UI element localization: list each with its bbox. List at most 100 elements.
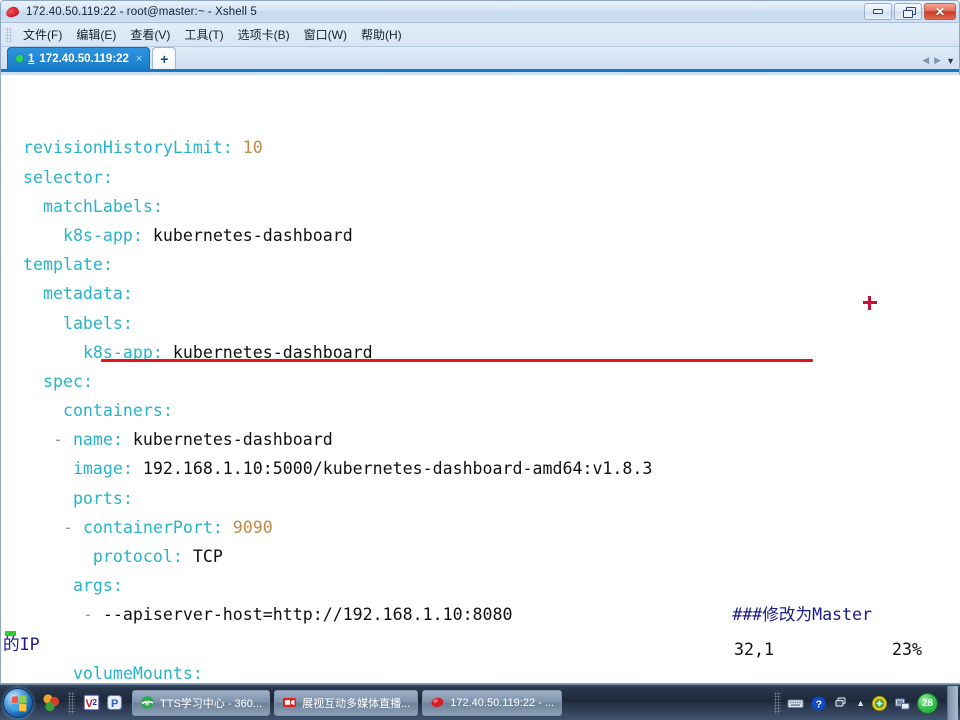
terminal-token: spec bbox=[42, 371, 83, 391]
terminal-token: labels bbox=[62, 313, 123, 333]
terminal-token: protocol bbox=[92, 547, 173, 567]
quicklaunch-icon-v2[interactable]: V2 bbox=[82, 693, 101, 712]
taskbar-button-tts[interactable]: e TTS学习中心 - 360... bbox=[132, 689, 271, 716]
terminal-token: : bbox=[152, 196, 163, 216]
tab-close-icon[interactable]: × bbox=[136, 53, 142, 65]
screen: 172.40.50.119:22 - root@master:~ - Xshel… bbox=[0, 0, 960, 720]
menu-window[interactable]: 窗口(W) bbox=[297, 24, 354, 45]
tray-misc-icon[interactable] bbox=[833, 695, 850, 712]
terminal-token: metadata bbox=[42, 284, 123, 304]
restore-button[interactable] bbox=[894, 3, 922, 20]
close-button[interactable]: ✕ bbox=[924, 3, 956, 20]
menu-tools[interactable]: 工具(T) bbox=[177, 24, 230, 45]
menu-edit[interactable]: 编辑(E) bbox=[69, 24, 123, 45]
close-icon: ✕ bbox=[934, 4, 946, 19]
terminal-line: protocol: TCP bbox=[3, 542, 960, 571]
taskbar-button-tts-label: TTS学习中心 - 360... bbox=[160, 697, 263, 710]
connected-status-icon bbox=[16, 55, 23, 62]
svg-text:e: e bbox=[145, 699, 150, 708]
tray-help-icon[interactable]: ? bbox=[810, 695, 827, 712]
terminal-token: containerPort bbox=[82, 517, 213, 537]
terminal-token: revisionHistoryLimit bbox=[22, 138, 223, 158]
taskbar-button-zhanshi[interactable]: 展视互动多媒体直播... bbox=[274, 689, 419, 716]
terminal-line: template: bbox=[3, 250, 960, 279]
window-controls: ✕ bbox=[864, 3, 956, 20]
menu-tabs[interactable]: 选项卡(B) bbox=[231, 24, 297, 45]
tray-network-icon[interactable] bbox=[894, 695, 911, 712]
tab-scroll-right-icon[interactable]: ▶ bbox=[934, 55, 941, 66]
terminal-token: name bbox=[72, 430, 113, 450]
vim-status-line: 32,1 23% bbox=[1, 635, 960, 664]
session-tab[interactable]: 1 172.40.50.119:22 × bbox=[7, 47, 151, 69]
windows-taskbar: V2 P e TTS学习中心 - 360... 展视互动多媒体直播... 172… bbox=[0, 684, 960, 720]
tab-overflow-controls: ◀ ▶ ▼ bbox=[922, 55, 955, 66]
terminal-line: metadata: bbox=[3, 279, 960, 308]
svg-text:2: 2 bbox=[93, 698, 98, 707]
terminal-token: 10 bbox=[242, 138, 263, 158]
terminal-line: selector: bbox=[3, 163, 960, 192]
terminal-token: matchLabels bbox=[42, 196, 153, 216]
terminal-token: : bbox=[112, 576, 123, 596]
terminal-line: image: 192.168.1.10:5000/kubernetes-dash… bbox=[3, 454, 960, 483]
terminal-line: matchLabels: bbox=[3, 192, 960, 221]
minimize-button[interactable] bbox=[864, 3, 892, 20]
terminal-token: volumeMounts bbox=[72, 663, 193, 683]
terminal-token: : bbox=[122, 284, 133, 304]
taskbar-button-xshell[interactable]: 172.40.50.119:22 - ... bbox=[422, 689, 563, 716]
menu-file[interactable]: 文件(F) bbox=[16, 24, 69, 45]
terminal-line: - containerPort: 9090 bbox=[3, 513, 960, 542]
start-button[interactable] bbox=[3, 687, 33, 718]
tray-security-icon[interactable] bbox=[871, 695, 888, 712]
xshell-icon bbox=[430, 695, 445, 710]
terminal-token: template bbox=[22, 255, 103, 275]
terminal-line: ports: bbox=[3, 484, 960, 513]
tab-scroll-left-icon[interactable]: ◀ bbox=[922, 55, 929, 66]
quicklaunch-icon-p[interactable]: P bbox=[105, 693, 124, 712]
terminal-line: containers: bbox=[3, 396, 960, 425]
terminal-token: containers bbox=[62, 401, 163, 421]
tab-list-caret-icon[interactable]: ▼ bbox=[946, 56, 955, 66]
terminal-token: k8s-app bbox=[62, 225, 133, 245]
svg-text:?: ? bbox=[816, 698, 822, 710]
terminal-line: - --apiserver-host=http://192.168.1.10:8… bbox=[3, 600, 960, 629]
annotation-comment: ###修改为Master bbox=[732, 605, 873, 625]
scroll-percent: 23% bbox=[892, 640, 922, 659]
terminal-token: : bbox=[222, 138, 243, 158]
menu-grip-handle[interactable] bbox=[5, 27, 12, 42]
terminal-token: : bbox=[102, 167, 113, 187]
terminal-token: 9090 bbox=[232, 517, 273, 537]
quicklaunch-separator bbox=[68, 691, 75, 714]
taskbar-window-buttons: e TTS学习中心 - 360... 展视互动多媒体直播... 172.40.5… bbox=[132, 689, 563, 716]
terminal-token: : bbox=[122, 488, 133, 508]
taskbar-button-zhanshi-label: 展视互动多媒体直播... bbox=[302, 697, 411, 710]
quicklaunch-icon-apps[interactable] bbox=[42, 693, 61, 712]
terminal-token: : bbox=[122, 313, 133, 333]
xshell-icon bbox=[5, 4, 21, 20]
tray-count-badge[interactable]: 28 bbox=[917, 692, 938, 714]
terminal-token: --apiserver-host=http://192.168.1.10:808… bbox=[102, 605, 513, 625]
terminal-token: - bbox=[82, 605, 103, 625]
terminal-screen[interactable]: revisionHistoryLimit: 10 selector: match… bbox=[1, 75, 960, 683]
title-bar: 172.40.50.119:22 - root@master:~ - Xshel… bbox=[1, 1, 959, 23]
quick-launch-bar: V2 P bbox=[42, 691, 124, 714]
tab-bar: 1 172.40.50.119:22 × + ◀ ▶ ▼ bbox=[1, 47, 959, 72]
menu-help[interactable]: 帮助(H) bbox=[354, 24, 409, 45]
terminal-text: revisionHistoryLimit: 10 selector: match… bbox=[1, 133, 960, 683]
tray-keyboard-icon[interactable] bbox=[787, 695, 804, 712]
terminal-token: ports bbox=[72, 488, 123, 508]
windows-logo-icon bbox=[11, 694, 27, 712]
terminal-line: labels: bbox=[3, 309, 960, 338]
terminal-line: args: bbox=[3, 571, 960, 600]
new-tab-button[interactable]: + bbox=[152, 47, 177, 69]
terminal-line: k8s-app: kubernetes-dashboard bbox=[3, 338, 960, 367]
terminal-token: kubernetes-dashboard bbox=[152, 225, 353, 245]
media-icon bbox=[282, 695, 297, 710]
tab-number: 1 bbox=[28, 52, 35, 65]
terminal-line: revisionHistoryLimit: 10 bbox=[3, 133, 960, 162]
terminal-token: : bbox=[212, 517, 233, 537]
menu-view[interactable]: 查看(V) bbox=[123, 24, 177, 45]
show-desktop-button[interactable] bbox=[947, 686, 958, 720]
terminal-line: - name: kubernetes-dashboard bbox=[3, 425, 960, 454]
tray-show-hidden-icon[interactable]: ▲ bbox=[856, 698, 865, 708]
restore-icon bbox=[902, 7, 916, 18]
